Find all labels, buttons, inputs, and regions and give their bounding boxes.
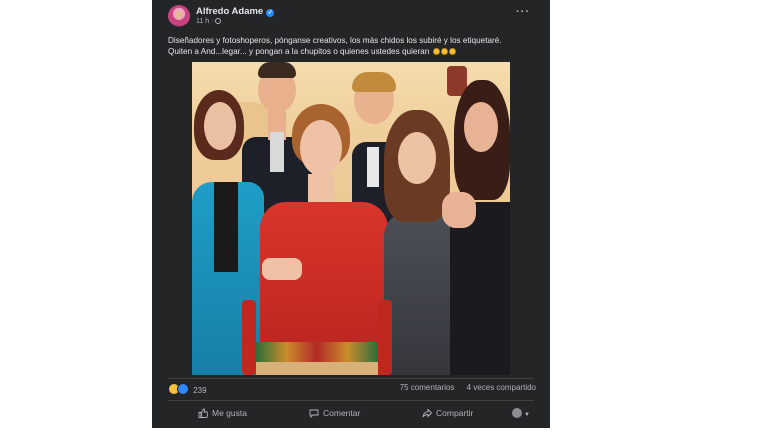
like-reaction-icon bbox=[177, 383, 189, 395]
globe-icon bbox=[215, 18, 222, 24]
caption-line-1: Diseñadores y fotoshoperos, pónganse cre… bbox=[168, 36, 502, 45]
post-meta: 11 h · bbox=[196, 18, 222, 25]
laughing-emoji-icon bbox=[448, 48, 456, 55]
post-caption: Diseñadores y fotoshoperos, pónganse cre… bbox=[168, 35, 538, 57]
reactions-summary[interactable]: 239 bbox=[168, 383, 207, 395]
caption-line-2: Quiten a And...legar... y pongan a la ch… bbox=[168, 46, 538, 57]
divider bbox=[168, 400, 534, 401]
laughing-emoji-icon bbox=[432, 48, 440, 55]
engagement-counts: 75 comentarios 4 veces compartido bbox=[400, 383, 536, 392]
post-card: Alfredo Adame ✓ 11 h · ··· Diseñadores y … bbox=[152, 0, 550, 428]
post-actions: Me gusta Comentar Compartir ▼ bbox=[152, 402, 550, 424]
profile-avatar-icon bbox=[512, 408, 522, 418]
thumbs-up-icon bbox=[198, 408, 209, 418]
reactions-count[interactable]: 239 bbox=[193, 386, 206, 395]
comment-icon bbox=[309, 409, 319, 419]
like-button[interactable]: Me gusta bbox=[198, 402, 247, 424]
chevron-down-icon: ▼ bbox=[524, 412, 530, 418]
author-name[interactable]: Alfredo Adame ✓ bbox=[196, 6, 275, 17]
divider bbox=[168, 378, 534, 379]
shares-count[interactable]: 4 veces compartido bbox=[467, 383, 536, 392]
laughing-emoji-icon bbox=[440, 48, 448, 55]
share-button[interactable]: Compartir bbox=[422, 402, 473, 424]
reaction-audience-selector[interactable]: ▼ bbox=[512, 402, 530, 424]
post-time[interactable]: 11 h bbox=[196, 18, 209, 25]
post-photo[interactable] bbox=[192, 62, 510, 375]
comments-count[interactable]: 75 comentarios bbox=[400, 383, 455, 392]
comment-button[interactable]: Comentar bbox=[309, 402, 360, 424]
verified-icon: ✓ bbox=[266, 9, 275, 17]
share-icon bbox=[422, 408, 433, 418]
more-options-icon[interactable]: ··· bbox=[516, 6, 530, 18]
author-avatar[interactable] bbox=[168, 5, 190, 27]
